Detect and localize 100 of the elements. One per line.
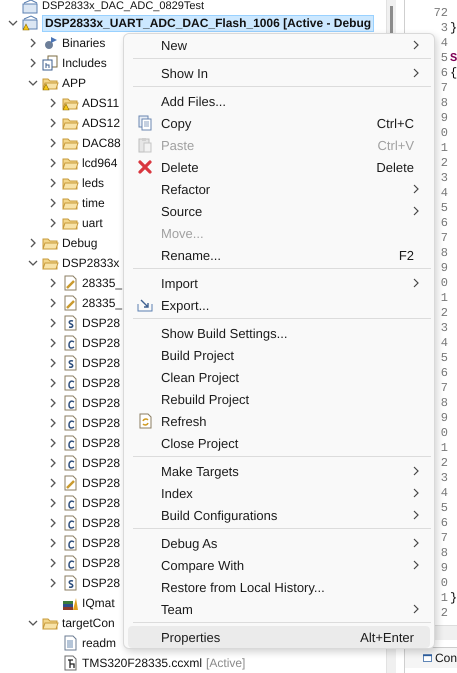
menu-item[interactable]: Show In xyxy=(128,62,430,84)
expand-chevron-icon[interactable] xyxy=(48,338,58,348)
tree-item[interactable]: Debug xyxy=(62,236,98,250)
menu-item[interactable]: Build Configurations xyxy=(128,504,430,526)
tree-item[interactable]: time xyxy=(82,196,105,210)
tree-item[interactable]: DSP28 xyxy=(82,336,120,350)
tree-item[interactable]: DSP28 xyxy=(82,356,120,370)
collapse-chevron-icon[interactable] xyxy=(28,78,38,88)
expand-chevron-icon[interactable] xyxy=(48,98,58,108)
tree-item[interactable]: IQmat xyxy=(82,596,115,610)
tree-item[interactable]: ADS12 xyxy=(82,116,120,130)
menu-item[interactable]: Refresh xyxy=(128,410,430,432)
expand-chevron-icon[interactable] xyxy=(48,458,58,468)
tree-item[interactable]: APP xyxy=(62,76,86,90)
expand-chevron-icon[interactable] xyxy=(48,398,58,408)
expand-chevron-icon[interactable] xyxy=(48,198,58,208)
tree-item[interactable]: DSP28 xyxy=(82,556,120,570)
expand-chevron-icon[interactable] xyxy=(48,538,58,548)
line-number: 4 xyxy=(440,336,448,350)
expand-chevron-icon[interactable] xyxy=(48,378,58,388)
line-number: 1 xyxy=(440,590,448,604)
expand-chevron-icon[interactable] xyxy=(48,498,58,508)
tree-item[interactable]: Binaries xyxy=(62,36,106,50)
tree-item[interactable]: uart xyxy=(82,216,103,230)
expand-chevron-icon[interactable] xyxy=(48,318,58,328)
expand-chevron-icon[interactable] xyxy=(48,298,58,308)
tree-item[interactable]: leds xyxy=(82,176,104,190)
menu-item[interactable]: Export... xyxy=(128,294,430,316)
menu-item[interactable]: Debug As xyxy=(128,532,430,554)
expand-chevron-icon[interactable] xyxy=(48,478,58,488)
menu-item[interactable]: Make Targets xyxy=(128,460,430,482)
expand-chevron-icon[interactable] xyxy=(48,438,58,448)
tree-item[interactable]: 28335_ xyxy=(82,276,122,290)
tree-item[interactable]: DSP28 xyxy=(82,536,120,550)
tree-item[interactable]: DSP2833x_UART_ADC_DAC_Flash_1006 [Active - Debug xyxy=(42,14,374,32)
expand-chevron-icon[interactable] xyxy=(48,518,58,528)
expand-chevron-icon[interactable] xyxy=(48,358,58,368)
menu-item[interactable]: Index xyxy=(128,482,430,504)
menu-item[interactable]: Properties Alt+Enter xyxy=(128,626,430,648)
menu-item[interactable]: Compare With xyxy=(128,554,430,576)
tree-item[interactable]: TMS320F28335.ccxml xyxy=(82,656,202,670)
menu-item[interactable]: Clean Project xyxy=(128,366,430,388)
tree-item[interactable]: DSP2833x_DAC_ADC_0829Test xyxy=(42,0,204,13)
expand-chevron-icon[interactable] xyxy=(48,558,58,568)
expand-chevron-icon[interactable] xyxy=(48,178,58,188)
expand-chevron-icon[interactable] xyxy=(48,118,58,128)
tree-item[interactable]: DAC88 xyxy=(82,136,121,150)
expand-chevron-icon[interactable] xyxy=(48,218,58,228)
expand-chevron-icon[interactable] xyxy=(28,58,38,68)
menu-item[interactable]: Add Files... xyxy=(128,90,430,112)
tree-item[interactable]: DSP2833x xyxy=(62,256,120,270)
menu-item[interactable]: Delete Delete xyxy=(128,156,430,178)
line-number: 1 xyxy=(440,290,448,304)
tree-item[interactable]: DSP28 xyxy=(82,476,120,490)
tree-item[interactable]: DSP28 xyxy=(82,516,120,530)
expand-chevron-icon[interactable] xyxy=(48,418,58,428)
menu-item[interactable]: Rebuild Project xyxy=(128,388,430,410)
tree-item[interactable]: DSP28 xyxy=(82,576,120,590)
collapse-chevron-icon[interactable] xyxy=(8,18,18,28)
menu-item[interactable]: Close Project xyxy=(128,432,430,454)
tree-item[interactable]: readm xyxy=(82,636,116,650)
line-number: 6 xyxy=(440,516,448,530)
asm-file-icon xyxy=(62,575,79,591)
tree-item[interactable]: 28335_ xyxy=(82,296,122,310)
delete-icon xyxy=(138,160,152,174)
copy-icon xyxy=(138,115,152,131)
menu-item[interactable]: Source xyxy=(128,200,430,222)
tree-item[interactable]: Includes xyxy=(62,56,107,70)
menu-item[interactable]: Copy Ctrl+C xyxy=(128,112,430,134)
includes-icon xyxy=(42,55,59,71)
expand-chevron-icon[interactable] xyxy=(48,158,58,168)
tree-item[interactable]: DSP28 xyxy=(82,496,120,510)
tree-item[interactable]: DSP28 xyxy=(82,376,120,390)
tree-item[interactable]: targetCon xyxy=(62,616,115,630)
expand-chevron-icon[interactable] xyxy=(48,138,58,148)
expand-chevron-icon[interactable] xyxy=(48,578,58,588)
collapse-chevron-icon[interactable] xyxy=(28,258,38,268)
expand-chevron-icon[interactable] xyxy=(48,278,58,288)
menu-item[interactable]: New xyxy=(128,34,430,56)
tree-item[interactable]: DSP28 xyxy=(82,316,120,330)
expand-chevron-icon[interactable] xyxy=(28,38,38,48)
line-number: 9 xyxy=(440,410,448,424)
menu-item[interactable]: Import xyxy=(128,272,430,294)
linked-file-icon xyxy=(62,275,79,291)
c-file-icon xyxy=(62,415,79,431)
asm-file-icon xyxy=(62,315,79,331)
menu-item[interactable]: Team xyxy=(128,598,430,620)
menu-item[interactable]: Refactor xyxy=(128,178,430,200)
tree-item[interactable]: DSP28 xyxy=(82,436,120,450)
expand-chevron-icon[interactable] xyxy=(28,238,38,248)
menu-item[interactable]: Build Project xyxy=(128,344,430,366)
menu-item[interactable]: Show Build Settings... xyxy=(128,322,430,344)
tree-item[interactable]: DSP28 xyxy=(82,456,120,470)
menu-item[interactable]: Restore from Local History... xyxy=(128,576,430,598)
tree-item[interactable]: DSP28 xyxy=(82,396,120,410)
collapse-chevron-icon[interactable] xyxy=(28,618,38,628)
tree-item[interactable]: ADS11 xyxy=(82,96,120,110)
tree-item[interactable]: DSP28 xyxy=(82,416,120,430)
menu-item[interactable]: Rename... F2 xyxy=(128,244,430,266)
tree-item[interactable]: lcd964 xyxy=(82,156,118,170)
